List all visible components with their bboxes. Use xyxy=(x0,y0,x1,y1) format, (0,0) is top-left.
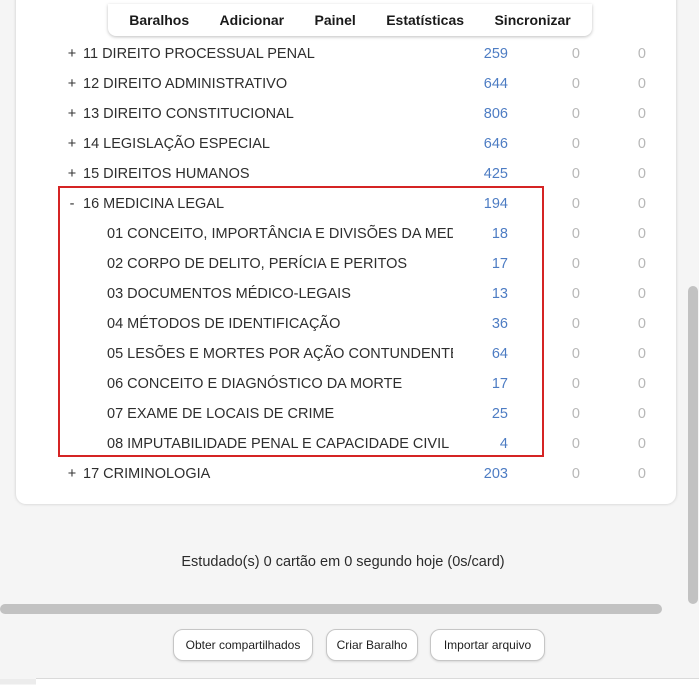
due-count: 0 xyxy=(637,256,646,272)
new-count: 17 xyxy=(491,376,508,392)
create-deck-button[interactable]: Criar Baralho xyxy=(326,629,418,661)
deck-row[interactable]: +13 DIREITO CONSTITUCIONAL 806 0 0 xyxy=(0,99,699,129)
deck-row[interactable]: 07 EXAME DE LOCAIS DE CRIME 25 0 0 xyxy=(0,399,699,429)
expand-toggle[interactable]: + xyxy=(66,69,78,99)
new-count: 646 xyxy=(483,136,508,152)
due-count: 0 xyxy=(637,76,646,92)
deck-name[interactable]: 15 DIREITOS HUMANOS xyxy=(83,159,443,189)
learn-count: 0 xyxy=(571,346,580,362)
learn-count: 0 xyxy=(571,226,580,242)
due-count: 0 xyxy=(637,406,646,422)
new-count: 64 xyxy=(491,346,508,362)
top-toolbar: Baralhos Adicionar Painel Estatísticas S… xyxy=(108,4,592,36)
learn-count: 0 xyxy=(571,316,580,332)
new-count: 203 xyxy=(483,466,508,482)
vertical-scrollbar[interactable] xyxy=(688,286,698,604)
due-count: 0 xyxy=(637,136,646,152)
deck-name[interactable]: 16 MEDICINA LEGAL xyxy=(83,189,443,219)
deck-name[interactable]: 06 CONCEITO E DIAGNÓSTICO DA MORTE xyxy=(107,369,453,399)
learn-count: 0 xyxy=(571,46,580,62)
deck-row[interactable]: 05 LESÕES E MORTES POR AÇÃO CONTUNDENTE,… xyxy=(0,339,699,369)
new-count: 13 xyxy=(491,286,508,302)
learn-count: 0 xyxy=(571,136,580,152)
nav-browse[interactable]: Painel xyxy=(315,12,356,28)
learn-count: 0 xyxy=(571,286,580,302)
deck-name[interactable]: 13 DIREITO CONSTITUCIONAL xyxy=(83,99,443,129)
deck-row[interactable]: +14 LEGISLAÇÃO ESPECIAL 646 0 0 xyxy=(0,129,699,159)
deck-row[interactable]: +17 CRIMINOLOGIA 203 0 0 xyxy=(0,459,699,489)
learn-count: 0 xyxy=(571,196,580,212)
nav-add[interactable]: Adicionar xyxy=(220,12,285,28)
due-count: 0 xyxy=(637,316,646,332)
deck-name[interactable]: 07 EXAME DE LOCAIS DE CRIME xyxy=(107,399,453,429)
deck-name[interactable]: 17 CRIMINOLOGIA xyxy=(83,459,443,489)
nav-stats[interactable]: Estatísticas xyxy=(386,12,464,28)
learn-count: 0 xyxy=(571,376,580,392)
deck-row[interactable]: 06 CONCEITO E DIAGNÓSTICO DA MORTE 17 0 0 xyxy=(0,369,699,399)
new-count: 17 xyxy=(491,256,508,272)
new-count: 644 xyxy=(483,76,508,92)
study-stats-text: Estudado(s) 0 cartão em 0 segundo hoje (… xyxy=(181,554,505,570)
expand-toggle[interactable]: + xyxy=(66,39,78,69)
deck-name[interactable]: 01 CONCEITO, IMPORTÂNCIA E DIVISÕES DA M… xyxy=(107,219,453,249)
bottom-edge-left xyxy=(0,679,36,684)
new-count: 4 xyxy=(499,436,508,452)
learn-count: 0 xyxy=(571,406,580,422)
learn-count: 0 xyxy=(571,76,580,92)
expand-toggle[interactable]: + xyxy=(66,459,78,489)
deck-row[interactable]: 08 IMPUTABILIDADE PENAL E CAPACIDADE CIV… xyxy=(0,429,699,459)
due-count: 0 xyxy=(637,376,646,392)
deck-row[interactable]: 01 CONCEITO, IMPORTÂNCIA E DIVISÕES DA M… xyxy=(0,219,699,249)
nav-decks[interactable]: Baralhos xyxy=(129,12,189,28)
get-shared-button[interactable]: Obter compartilhados xyxy=(173,629,313,661)
learn-count: 0 xyxy=(571,436,580,452)
deck-name[interactable]: 14 LEGISLAÇÃO ESPECIAL xyxy=(83,129,443,159)
new-count: 36 xyxy=(491,316,508,332)
due-count: 0 xyxy=(637,346,646,362)
deck-name[interactable]: 12 DIREITO ADMINISTRATIVO xyxy=(83,69,443,99)
deck-name[interactable]: 02 CORPO DE DELITO, PERÍCIA E PERITOS xyxy=(107,249,453,279)
new-count: 806 xyxy=(483,106,508,122)
new-count: 18 xyxy=(491,226,508,242)
learn-count: 0 xyxy=(571,466,580,482)
deck-row[interactable]: +12 DIREITO ADMINISTRATIVO 644 0 0 xyxy=(0,69,699,99)
expand-toggle[interactable]: + xyxy=(66,129,78,159)
deck-name[interactable]: 08 IMPUTABILIDADE PENAL E CAPACIDADE CIV… xyxy=(107,429,453,459)
learn-count: 0 xyxy=(571,106,580,122)
due-count: 0 xyxy=(637,196,646,212)
expand-toggle[interactable]: + xyxy=(66,99,78,129)
due-count: 0 xyxy=(637,226,646,242)
due-count: 0 xyxy=(637,106,646,122)
due-count: 0 xyxy=(637,436,646,452)
deck-name[interactable]: 05 LESÕES E MORTES POR AÇÃO CONTUNDENTE,… xyxy=(107,339,453,369)
due-count: 0 xyxy=(637,286,646,302)
nav-sync[interactable]: Sincronizar xyxy=(494,12,570,28)
import-file-button[interactable]: Importar arquivo xyxy=(430,629,545,661)
new-count: 259 xyxy=(483,46,508,62)
learn-count: 0 xyxy=(571,256,580,272)
deck-row[interactable]: 04 MÉTODOS DE IDENTIFICAÇÃO 36 0 0 xyxy=(0,309,699,339)
deck-row[interactable]: 03 DOCUMENTOS MÉDICO-LEGAIS 13 0 0 xyxy=(0,279,699,309)
deck-row[interactable]: +11 DIREITO PROCESSUAL PENAL 259 0 0 xyxy=(0,39,699,69)
learn-count: 0 xyxy=(571,166,580,182)
due-count: 0 xyxy=(637,46,646,62)
deck-name[interactable]: 03 DOCUMENTOS MÉDICO-LEGAIS xyxy=(107,279,453,309)
expand-toggle[interactable]: + xyxy=(66,159,78,189)
deck-name[interactable]: 04 MÉTODOS DE IDENTIFICAÇÃO xyxy=(107,309,453,339)
deck-row[interactable]: -16 MEDICINA LEGAL 194 0 0 xyxy=(0,189,699,219)
deck-name[interactable]: 11 DIREITO PROCESSUAL PENAL xyxy=(83,39,443,69)
due-count: 0 xyxy=(637,466,646,482)
new-count: 25 xyxy=(491,406,508,422)
due-count: 0 xyxy=(637,166,646,182)
new-count: 194 xyxy=(483,196,508,212)
deck-row[interactable]: 02 CORPO DE DELITO, PERÍCIA E PERITOS 17 0… xyxy=(0,249,699,279)
deck-row[interactable]: +15 DIREITOS HUMANOS 425 0 0 xyxy=(0,159,699,189)
new-count: 425 xyxy=(483,166,508,182)
horizontal-scrollbar[interactable] xyxy=(0,604,662,614)
collapse-toggle[interactable]: - xyxy=(66,189,78,219)
